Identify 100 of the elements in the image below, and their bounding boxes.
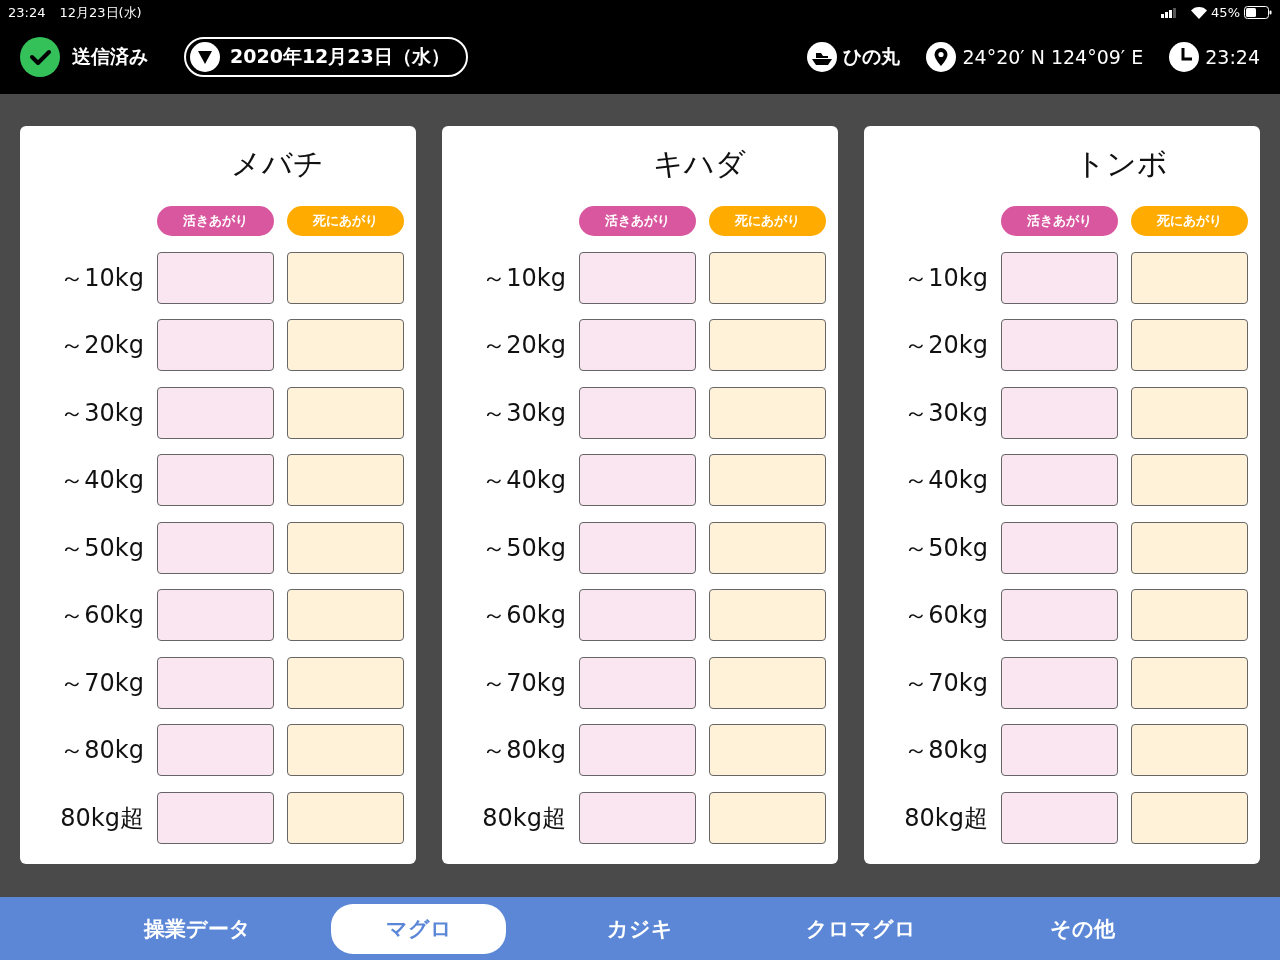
count-field[interactable] [709, 521, 826, 574]
count-field[interactable] [1131, 656, 1248, 709]
weight-label: ～30kg [59, 397, 144, 429]
count-field[interactable] [1001, 724, 1118, 776]
count-field[interactable] [287, 454, 404, 506]
count-field[interactable] [579, 454, 696, 506]
count-field[interactable] [579, 724, 696, 776]
count-field[interactable] [287, 656, 404, 709]
location-pin-icon [926, 41, 957, 72]
column-header: 活きあがり [1001, 206, 1118, 236]
weight-label: ～80kg [481, 735, 566, 766]
signal-icon [1161, 7, 1178, 18]
count-field[interactable] [157, 724, 274, 776]
vessel-name: ひの丸 [843, 43, 901, 69]
count-field[interactable] [1131, 319, 1248, 371]
battery-percent: 45% [1211, 5, 1240, 20]
weight-label: ～10kg [59, 262, 144, 294]
count-field[interactable] [579, 251, 696, 304]
count-field[interactable] [157, 251, 274, 304]
count-field[interactable] [579, 656, 696, 709]
weight-label: 80kg超 [59, 802, 144, 834]
tab[interactable]: クロマグロ [773, 903, 949, 954]
count-field[interactable] [709, 319, 826, 371]
count-field[interactable] [157, 454, 274, 506]
count-field[interactable] [1001, 251, 1118, 304]
count-field[interactable] [1131, 724, 1248, 776]
check-icon [20, 36, 60, 77]
count-field[interactable] [709, 251, 826, 304]
count-field[interactable] [1001, 319, 1118, 371]
count-field[interactable] [709, 656, 826, 709]
tab[interactable]: マグロ [331, 903, 507, 954]
count-field[interactable] [287, 791, 404, 844]
wifi-icon [1191, 6, 1208, 19]
tab[interactable]: その他 [995, 903, 1170, 954]
count-field[interactable] [709, 454, 826, 506]
weight-label: ～10kg [903, 262, 988, 294]
count-field[interactable] [1001, 521, 1118, 574]
weight-label: ～40kg [59, 465, 144, 496]
sent-status: 送信済み [72, 43, 148, 69]
count-field[interactable] [287, 521, 404, 574]
count-field[interactable] [287, 724, 404, 776]
count-field[interactable] [287, 386, 404, 439]
count-field[interactable] [1131, 251, 1248, 304]
count-field[interactable] [157, 521, 274, 574]
count-field[interactable] [1001, 791, 1118, 844]
count-field[interactable] [157, 386, 274, 439]
weight-label: 80kg超 [903, 802, 988, 834]
count-field[interactable] [1001, 589, 1118, 641]
count-field[interactable] [579, 319, 696, 371]
weight-label: ～10kg [481, 262, 566, 294]
weight-label: 80kg超 [481, 802, 566, 834]
weight-label: ～20kg [59, 330, 144, 361]
count-field[interactable] [157, 319, 274, 371]
count-field[interactable] [709, 386, 826, 439]
count-field[interactable] [579, 521, 696, 574]
weight-label: ～20kg [903, 330, 988, 361]
count-field[interactable] [709, 589, 826, 641]
count-field[interactable] [709, 724, 826, 776]
status-time: 23:24 [8, 5, 46, 20]
weight-label: ～70kg [59, 667, 144, 699]
date-button[interactable]: 2020年12月23日（水） [184, 36, 468, 77]
weight-label: ～40kg [903, 465, 988, 496]
weight-label: ～30kg [903, 397, 988, 429]
ship-icon [807, 41, 838, 72]
weight-label: ～80kg [59, 735, 144, 766]
weight-label: ～50kg [481, 532, 566, 564]
weight-label: ～60kg [59, 600, 144, 631]
count-field[interactable] [1131, 386, 1248, 439]
count-field[interactable] [287, 319, 404, 371]
count-field[interactable] [1131, 521, 1248, 574]
weight-label: ～60kg [903, 600, 988, 631]
tab[interactable]: 操業データ [110, 903, 285, 954]
count-field[interactable] [157, 589, 274, 641]
weight-label: ～60kg [481, 600, 566, 631]
weight-label: ～50kg [903, 532, 988, 564]
species-title: トンボ [1073, 145, 1169, 183]
weight-label: ～80kg [903, 735, 988, 766]
status-date: 12月23日(水) [59, 3, 142, 22]
count-field[interactable] [157, 791, 274, 844]
column-header: 死にあがり [709, 206, 826, 236]
count-field[interactable] [1001, 386, 1118, 439]
count-field[interactable] [1131, 454, 1248, 506]
species-title: キハダ [651, 145, 747, 183]
count-field[interactable] [287, 251, 404, 304]
count-field[interactable] [579, 791, 696, 844]
count-field[interactable] [1131, 791, 1248, 844]
tab[interactable]: カジキ [552, 903, 728, 954]
weight-label: ～20kg [481, 330, 566, 361]
count-field[interactable] [1001, 454, 1118, 506]
count-field[interactable] [1131, 589, 1248, 641]
weight-label: ～50kg [59, 532, 144, 564]
position-text: 24°20′ N 124°09′ E [962, 45, 1144, 68]
count-field[interactable] [709, 791, 826, 844]
count-field[interactable] [157, 656, 274, 709]
count-field[interactable] [579, 386, 696, 439]
count-field[interactable] [579, 589, 696, 641]
count-field[interactable] [287, 589, 404, 641]
clock-icon [1169, 41, 1200, 72]
count-field[interactable] [1001, 656, 1118, 709]
battery-icon [1244, 6, 1272, 19]
